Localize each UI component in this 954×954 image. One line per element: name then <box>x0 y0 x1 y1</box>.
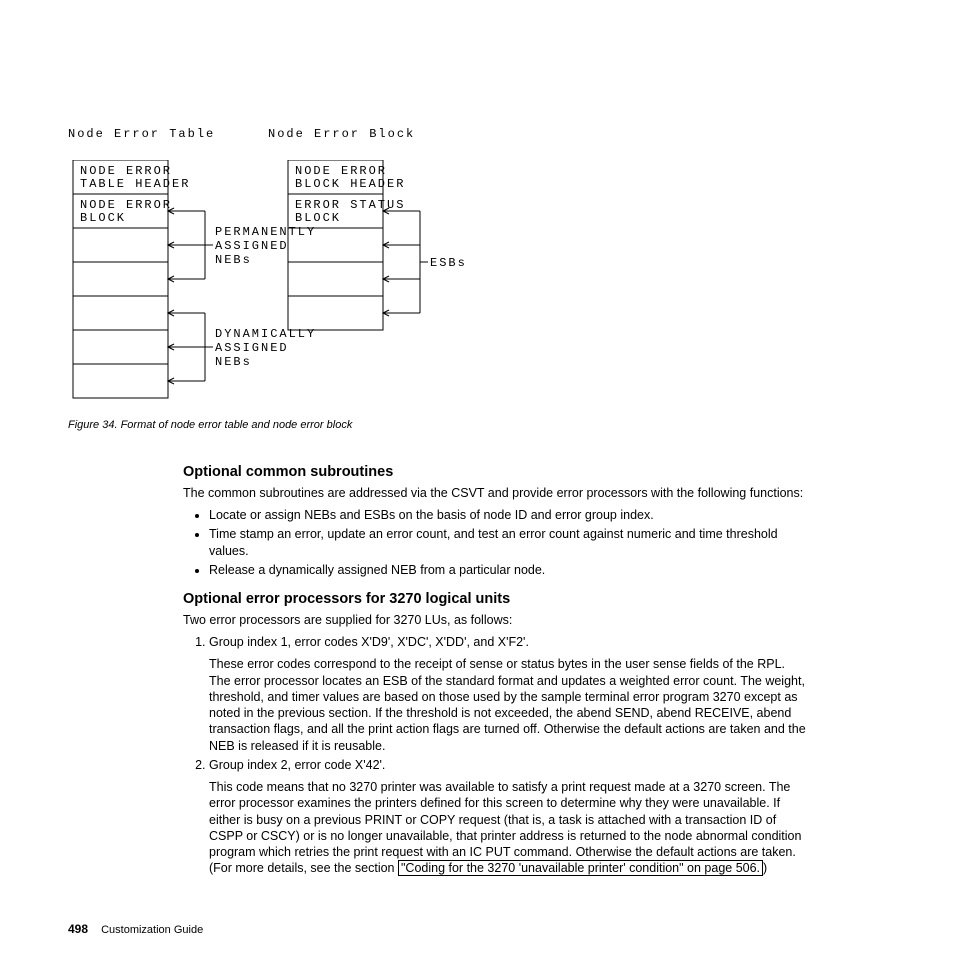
svg-text:NODE ERROR: NODE ERROR <box>80 198 172 212</box>
cross-reference-link[interactable]: "Coding for the 3270 'unavailable printe… <box>398 860 763 876</box>
section2-title: Optional error processors for 3270 logic… <box>183 590 808 609</box>
section1-title: Optional common subroutines <box>183 463 808 482</box>
book-title: Customization Guide <box>101 924 203 936</box>
page-footer: 498 Customization Guide <box>68 922 203 936</box>
svg-text:BLOCK: BLOCK <box>295 211 341 225</box>
section2-intro: Two error processors are supplied for 32… <box>183 612 808 628</box>
diagram-title-left: Node Error Table <box>68 127 215 141</box>
section1-bullets: Locate or assign NEBs and ESBs on the ba… <box>183 507 808 578</box>
section1-intro: The common subroutines are addressed via… <box>183 485 808 501</box>
svg-text:NODE ERROR: NODE ERROR <box>80 164 172 178</box>
svg-text:TABLE HEADER: TABLE HEADER <box>80 177 190 191</box>
svg-text:BLOCK HEADER: BLOCK HEADER <box>295 177 405 191</box>
svg-text:NEBs: NEBs <box>215 355 252 369</box>
page-number: 498 <box>68 922 88 936</box>
svg-text:BLOCK: BLOCK <box>80 211 126 225</box>
diagram-title-right: Node Error Block <box>268 127 415 141</box>
bullet-item: Time stamp an error, update an error cou… <box>209 526 808 559</box>
list-item-1: Group index 1, error codes X'D9', X'DC',… <box>209 634 808 754</box>
bullet-item: Locate or assign NEBs and ESBs on the ba… <box>209 507 808 523</box>
svg-text:ASSIGNED: ASSIGNED <box>215 341 289 355</box>
node-error-diagram: NODE ERROR TABLE HEADER NODE ERROR BLOCK… <box>68 160 508 410</box>
svg-text:PERMANENTLY: PERMANENTLY <box>215 225 316 239</box>
svg-text:ERROR STATUS: ERROR STATUS <box>295 198 405 212</box>
list-item-2: Group index 2, error code X'42'. This co… <box>209 757 808 877</box>
section2-list: Group index 1, error codes X'D9', X'DC',… <box>183 634 808 877</box>
svg-text:DYNAMICALLY: DYNAMICALLY <box>215 327 316 341</box>
svg-text:ASSIGNED: ASSIGNED <box>215 239 289 253</box>
svg-text:NODE ERROR: NODE ERROR <box>295 164 387 178</box>
svg-text:ESBs: ESBs <box>430 256 467 270</box>
svg-text:NEBs: NEBs <box>215 253 252 267</box>
figure-caption: Figure 34. Format of node error table an… <box>68 419 352 431</box>
bullet-item: Release a dynamically assigned NEB from … <box>209 562 808 578</box>
